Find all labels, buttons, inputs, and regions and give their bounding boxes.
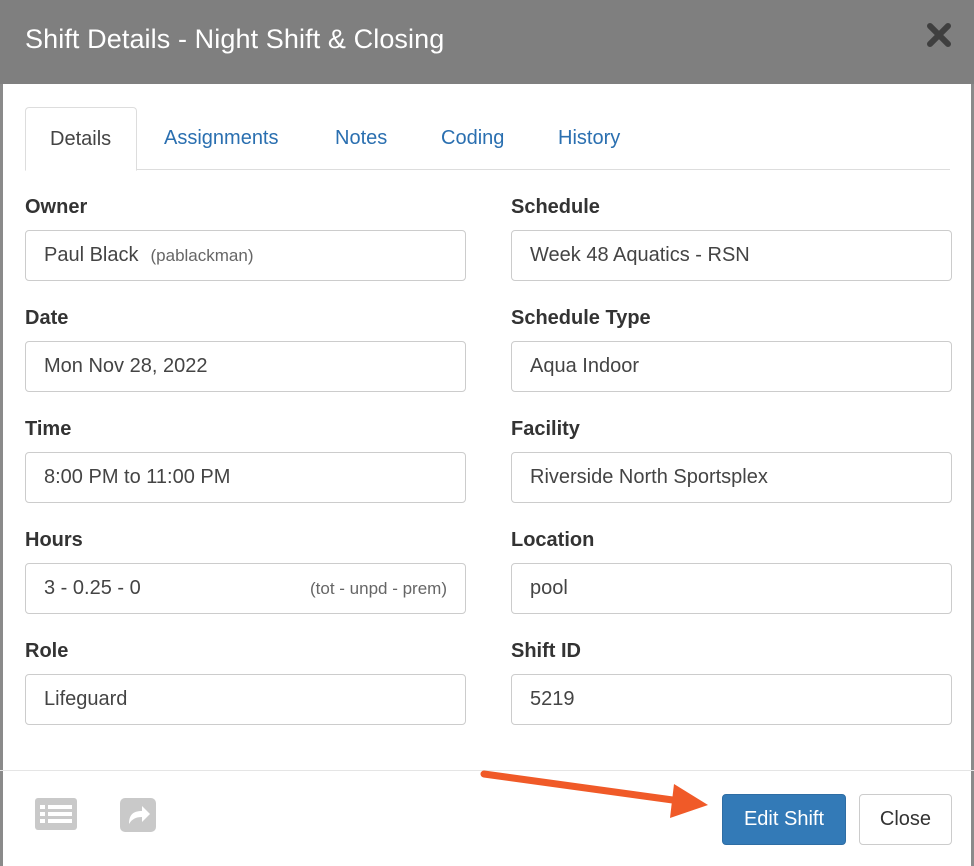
owner-label: Owner bbox=[25, 196, 88, 218]
location-field[interactable]: pool bbox=[511, 563, 952, 614]
tab-bar: Details Assignments Notes Coding History bbox=[25, 107, 950, 171]
role-value: Lifeguard bbox=[44, 688, 128, 710]
owner-username: (pablackman) bbox=[150, 246, 254, 265]
date-value: Mon Nov 28, 2022 bbox=[44, 355, 208, 377]
date-field[interactable]: Mon Nov 28, 2022 bbox=[25, 341, 466, 392]
tab-details[interactable]: Details bbox=[25, 107, 137, 171]
owner-field[interactable]: Paul Black (pablackman) bbox=[25, 230, 466, 281]
tab-assignments[interactable]: Assignments bbox=[140, 107, 303, 170]
modal-title: Shift Details - Night Shift & Closing bbox=[25, 24, 445, 54]
close-icon[interactable] bbox=[926, 22, 952, 48]
time-value: 8:00 PM to 11:00 PM bbox=[44, 466, 231, 488]
facility-label: Facility bbox=[511, 418, 580, 440]
tab-coding[interactable]: Coding bbox=[417, 107, 528, 170]
list-icon[interactable] bbox=[34, 797, 78, 831]
schedule-value: Week 48 Aquatics - RSN bbox=[530, 244, 750, 266]
tab-notes[interactable]: Notes bbox=[311, 107, 411, 170]
edit-shift-button[interactable]: Edit Shift bbox=[722, 794, 846, 845]
time-field[interactable]: 8:00 PM to 11:00 PM bbox=[25, 452, 466, 503]
facility-value: Riverside North Sportsplex bbox=[530, 466, 768, 488]
location-label: Location bbox=[511, 529, 595, 551]
shift-id-label: Shift ID bbox=[511, 640, 581, 662]
close-button[interactable]: Close bbox=[859, 794, 952, 845]
schedule-field[interactable]: Week 48 Aquatics - RSN bbox=[511, 230, 952, 281]
footer-divider bbox=[0, 770, 974, 771]
hours-value: 3 - 0.25 - 0 bbox=[44, 577, 141, 599]
modal-header: Shift Details - Night Shift & Closing bbox=[0, 0, 974, 84]
hours-field[interactable]: 3 - 0.25 - 0 (tot - unpd - prem) bbox=[25, 563, 466, 614]
facility-field[interactable]: Riverside North Sportsplex bbox=[511, 452, 952, 503]
window-edge-left bbox=[0, 0, 3, 866]
location-value: pool bbox=[530, 577, 568, 599]
schedule-type-label: Schedule Type bbox=[511, 307, 651, 329]
role-field[interactable]: Lifeguard bbox=[25, 674, 466, 725]
date-label: Date bbox=[25, 307, 69, 329]
owner-value: Paul Black bbox=[44, 244, 139, 266]
share-icon[interactable] bbox=[119, 797, 157, 833]
time-label: Time bbox=[25, 418, 72, 440]
schedule-type-value: Aqua Indoor bbox=[530, 355, 639, 377]
hours-label: Hours bbox=[25, 529, 83, 551]
shift-id-value: 5219 bbox=[530, 688, 575, 710]
shift-id-field[interactable]: 5219 bbox=[511, 674, 952, 725]
role-label: Role bbox=[25, 640, 69, 662]
schedule-type-field[interactable]: Aqua Indoor bbox=[511, 341, 952, 392]
schedule-label: Schedule bbox=[511, 196, 600, 218]
hours-hint: (tot - unpd - prem) bbox=[310, 579, 447, 598]
tab-history[interactable]: History bbox=[534, 107, 644, 170]
